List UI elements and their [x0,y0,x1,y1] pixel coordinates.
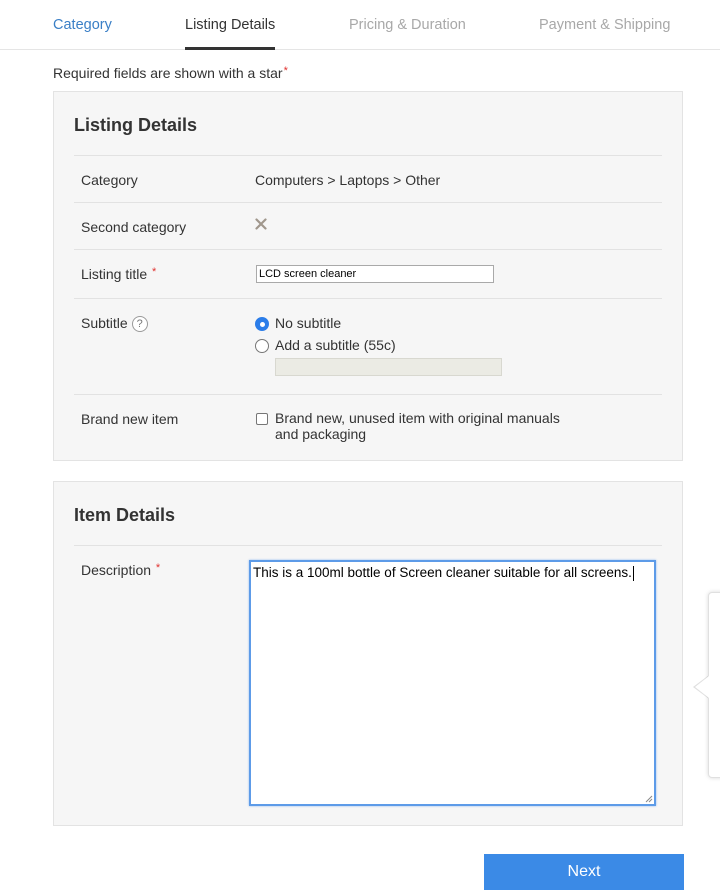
required-star: * [152,266,157,278]
tab-pricing-duration: Pricing & Duration [349,17,466,33]
divider [74,394,662,395]
no-subtitle-label[interactable]: No subtitle [275,315,341,331]
listing-title-label: Listing title * [81,266,156,282]
divider [74,545,662,546]
divider [74,202,662,203]
required-star: * [155,562,161,574]
required-note-text: Required fields are shown with a star [53,65,283,81]
brand-new-checkbox-label[interactable]: Brand new, unused item with original man… [275,410,575,442]
remove-x-icon[interactable] [255,218,267,230]
item-details-panel: Item Details Description * This is a 100… [53,481,683,826]
listing-details-panel: Listing Details Category Computers > Lap… [53,91,683,461]
help-question-icon[interactable]: ? [131,316,148,333]
item-details-title: Item Details [74,505,176,525]
subtitle-input-disabled [275,358,502,376]
divider [74,249,662,250]
tab-listing-details[interactable]: Listing Details [185,17,276,50]
listing-title-input[interactable] [256,265,494,283]
text-caret [632,565,634,581]
description-value: This is a 100ml bottle of Screen cleaner… [253,565,632,580]
description-textarea[interactable]: This is a 100ml bottle of Screen cleaner… [249,560,656,806]
required-fields-note: Required fields are shown with a star* [53,65,288,81]
step-tabs: Category Listing Details Pricing & Durat… [0,0,720,50]
tab-payment-shipping: Payment & Shipping [539,17,671,33]
divider [74,155,662,156]
no-subtitle-radio[interactable] [255,317,269,331]
brand-new-checkbox[interactable] [256,413,268,425]
required-star: * [283,65,288,77]
side-popup [708,592,720,778]
description-text: This is a 100ml bottle of Screen cleaner… [253,565,634,581]
divider [74,298,662,299]
subtitle-label-text: Subtitle [81,315,128,331]
resize-grip-icon[interactable] [645,795,653,803]
add-subtitle-radio[interactable] [255,339,269,353]
next-button[interactable]: Next [484,854,684,890]
listing-details-title: Listing Details [74,115,198,135]
second-category-label: Second category [81,219,187,235]
subtitle-label: Subtitle? [81,315,148,333]
category-value: Computers > Laptops > Other [255,172,441,188]
popup-arrow-inner [695,676,709,698]
tab-category[interactable]: Category [53,17,112,50]
add-subtitle-label[interactable]: Add a subtitle (55c) [275,337,396,353]
brand-new-label: Brand new item [81,411,179,427]
description-label: Description * [81,562,160,578]
listing-title-label-text: Listing title [81,266,148,282]
description-label-text: Description [81,562,152,578]
category-label: Category [81,172,138,188]
